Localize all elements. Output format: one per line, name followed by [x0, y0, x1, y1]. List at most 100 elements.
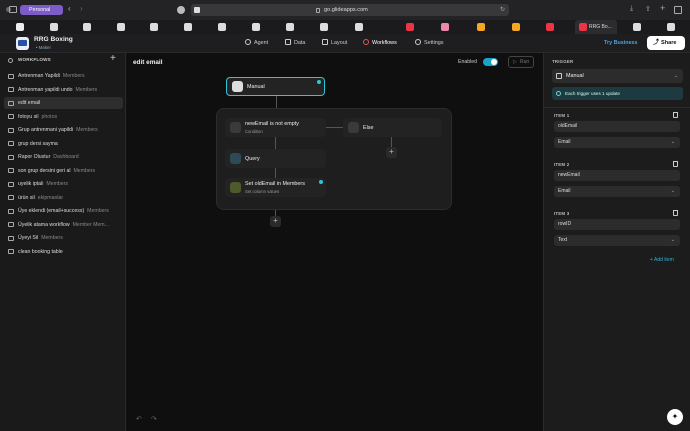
else-node[interactable]: Else — [343, 118, 442, 137]
sidebar-toggle-icon[interactable] — [9, 6, 17, 13]
tab-favicon[interactable] — [218, 23, 226, 31]
workflow-item[interactable]: son grup dersini geri al Members — [4, 165, 123, 177]
enabled-label: Enabled — [458, 59, 478, 65]
nav-agent[interactable]: Agent — [245, 34, 268, 53]
help-button[interactable]: ✦ — [667, 409, 683, 425]
play-icon: ▷ — [513, 59, 517, 65]
nav-workflows[interactable]: Workflows — [363, 34, 397, 53]
tab-favicon[interactable] — [16, 23, 24, 31]
workflow-icon — [8, 208, 14, 214]
nav-layout[interactable]: Layout — [322, 34, 347, 53]
query-node[interactable]: Query — [225, 149, 326, 168]
tab-favicon[interactable] — [441, 23, 449, 31]
item-name-input[interactable]: rowID — [554, 219, 680, 230]
tab-favicon[interactable] — [184, 23, 192, 31]
item-name-input[interactable]: oldEmail — [554, 121, 680, 132]
workflow-canvas[interactable]: edit email Enabled ▷ Run Manual newEmail… — [127, 53, 543, 431]
item-type-select[interactable]: Text ⌄ — [554, 235, 680, 246]
profile-button[interactable]: Personal — [20, 5, 63, 15]
workflow-item-table: Member Mem... — [72, 221, 109, 228]
workflow-item[interactable]: Antrenman Yapildi Members — [4, 70, 123, 82]
share-icon: ⤴ — [653, 40, 660, 46]
redo-icon[interactable]: ↷ — [151, 415, 157, 423]
item-type-select[interactable]: Email ⌄ — [554, 137, 680, 148]
add-step-else-button[interactable]: + — [386, 147, 397, 158]
nav-data[interactable]: Data — [285, 34, 305, 53]
item-name-input[interactable]: newEmail — [554, 170, 680, 181]
workflow-icon — [8, 249, 14, 254]
workflow-icon — [8, 154, 14, 160]
workflow-item-table: Members — [73, 167, 96, 174]
workflow-item[interactable]: Antrenman yapildi undo Members — [4, 84, 123, 96]
forward-icon[interactable]: › — [80, 4, 83, 13]
condition-node[interactable]: newEmail is not empty Condition — [225, 118, 326, 137]
workflow-item[interactable]: Üyeyi Sil Members — [4, 232, 123, 244]
download-icon[interactable]: ⤓ — [630, 5, 633, 13]
tab-favicon[interactable] — [320, 23, 328, 31]
trigger-badge — [317, 80, 321, 84]
reload-icon[interactable]: ↻ — [500, 4, 505, 16]
tab-favicon[interactable] — [546, 23, 554, 31]
tab-favicon[interactable] — [117, 23, 125, 31]
add-item-link[interactable]: + Add item — [650, 257, 674, 263]
new-tab-icon[interactable]: + — [660, 3, 665, 13]
delete-item-icon[interactable] — [673, 210, 678, 216]
workflow-item[interactable]: Rapor Olustur Dashboard — [4, 151, 123, 163]
workflow-item[interactable]: uyelik iptali Members — [4, 178, 123, 190]
workflow-item[interactable]: clean booking table — [4, 246, 123, 258]
share-button[interactable]: ⤴ Share — [647, 36, 685, 50]
workflow-item-label: Antrenman Yapildi — [18, 73, 60, 79]
set-column-node[interactable]: Set oldEmail in Members Set column value… — [225, 178, 326, 197]
tabs-overview-icon[interactable] — [674, 6, 682, 14]
extension-icon[interactable] — [177, 6, 185, 14]
share-page-icon[interactable]: ⇪ — [645, 5, 651, 13]
active-tab[interactable]: RRG Bo... — [575, 20, 617, 34]
workflow-item-table: Members — [41, 235, 63, 241]
delete-item-icon[interactable] — [673, 112, 678, 118]
workflow-item[interactable]: edit email — [4, 97, 123, 109]
tab-favicon[interactable] — [633, 23, 641, 31]
tab-favicon[interactable] — [667, 23, 675, 31]
trigger-select[interactable]: Manual ⌄ — [552, 69, 683, 83]
run-button[interactable]: ▷ Run — [508, 56, 534, 68]
undo-icon[interactable]: ↶ — [136, 415, 142, 423]
add-workflow-button[interactable]: + — [110, 53, 116, 64]
workflow-item[interactable]: Üye eklendi (email+success) Members — [4, 205, 123, 217]
trigger-node[interactable]: Manual — [226, 77, 325, 96]
workflow-item[interactable]: Grup antrenmani yapildi Members — [4, 124, 123, 136]
toggle-knob — [491, 59, 497, 65]
tab-favicon[interactable] — [477, 23, 485, 31]
workflow-item[interactable]: Üyelik atama workflow Member Mem... — [4, 219, 123, 231]
tab-favicon[interactable] — [50, 23, 58, 31]
item-type-select[interactable]: Email ⌄ — [554, 186, 680, 197]
address-bar[interactable]: go.glideapps.com ↻ — [191, 4, 509, 16]
workflow-item-label: Üyeyi Sil — [18, 235, 39, 241]
tab-favicon[interactable] — [150, 23, 158, 31]
try-business-link[interactable]: Try Business — [604, 34, 638, 53]
tab-favicon[interactable] — [355, 23, 363, 31]
connector — [276, 96, 277, 108]
nav-settings[interactable]: Settings — [415, 34, 443, 53]
workflow-item[interactable]: ürün sil ekipmanlar — [4, 192, 123, 204]
chevron-down-icon: ⌄ — [670, 188, 675, 194]
delete-item-icon[interactable] — [673, 161, 678, 167]
enabled-toggle[interactable] — [483, 58, 498, 66]
tab-favicon[interactable] — [252, 23, 260, 31]
tab-favicon[interactable] — [406, 23, 414, 31]
run-label: Run — [520, 59, 530, 65]
condition-subtitle: Condition — [245, 129, 263, 134]
else-label: Else — [363, 125, 374, 131]
nav-workflows-label: Workflows — [372, 40, 397, 46]
app-name[interactable]: RRG Boxing — [34, 36, 73, 43]
workflow-item[interactable]: fotoyu sil photos — [4, 111, 123, 123]
app-logo[interactable] — [16, 37, 29, 50]
workflow-item[interactable]: grup dersi sayma — [4, 138, 123, 150]
add-step-button[interactable]: + — [270, 216, 281, 227]
workflow-icon — [8, 127, 14, 133]
tab-favicon[interactable] — [83, 23, 91, 31]
nav-settings-label: Settings — [424, 40, 444, 46]
tab-favicon[interactable] — [286, 23, 294, 31]
tab-favicon[interactable] — [512, 23, 520, 31]
back-icon[interactable]: ‹ — [68, 4, 71, 13]
settings-icon — [415, 39, 421, 45]
